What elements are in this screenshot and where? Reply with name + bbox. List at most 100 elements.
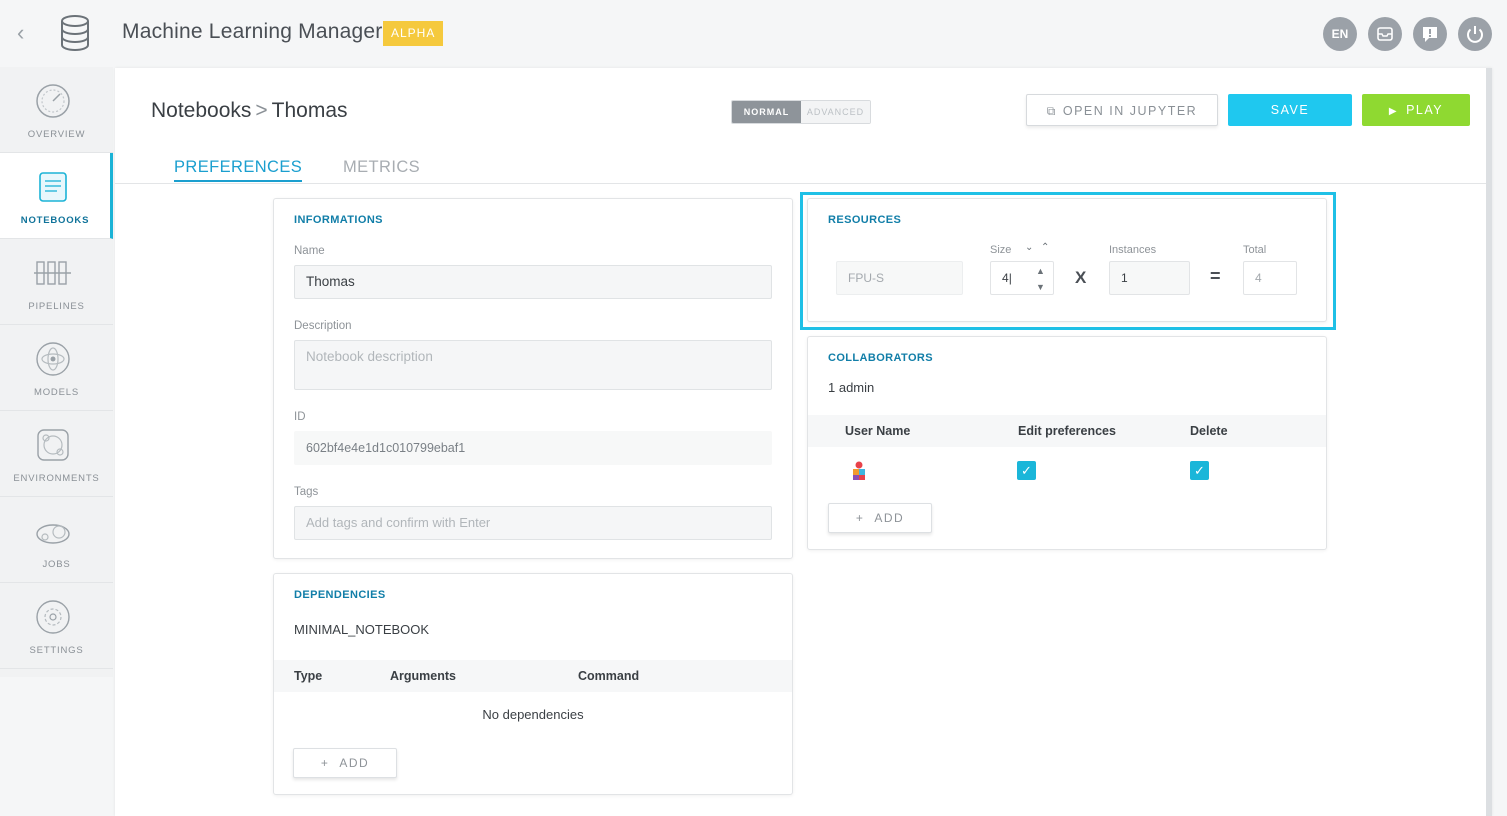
id-value: 602bf4e4e1d1c010799ebaf1: [294, 431, 772, 465]
environment-icon: [37, 429, 69, 461]
plus-icon: +: [855, 511, 865, 525]
breadcrumb-separator: >: [255, 99, 268, 122]
add-label: ADD: [339, 756, 370, 770]
open-in-jupyter-label: OPEN IN JUPYTER: [1062, 104, 1198, 118]
sidebar-item-settings[interactable]: SETTINGS: [0, 583, 113, 669]
breadcrumb: Notebooks > Thomas: [151, 99, 348, 123]
mode-advanced-button[interactable]: ADVANCED: [801, 101, 870, 123]
play-icon: ▶: [1388, 106, 1399, 117]
sidebar-item-environments[interactable]: ENVIRONMENTS: [0, 411, 113, 497]
play-button[interactable]: ▶ PLAY: [1362, 94, 1470, 126]
tags-input[interactable]: Add tags and confirm with Enter: [294, 506, 772, 540]
instances-input[interactable]: 1: [1109, 261, 1190, 295]
sidebar-item-label: JOBS: [42, 559, 71, 570]
feedback-icon: [1423, 27, 1437, 42]
name-label: Name: [294, 245, 325, 257]
mode-toggle: NORMAL ADVANCED: [731, 100, 871, 124]
database-icon: [61, 15, 89, 51]
collaborators-summary: 1 admin: [828, 380, 875, 395]
column-edit-preferences: Edit preferences: [1018, 424, 1116, 438]
sidebar-item-overview[interactable]: OVERVIEW: [0, 67, 113, 153]
delete-checkbox[interactable]: ✓: [1190, 461, 1209, 480]
pipeline-icon: [34, 261, 71, 285]
inbox-icon: [1377, 27, 1393, 41]
add-dependency-button[interactable]: + ADD: [293, 748, 397, 778]
name-input[interactable]: Thomas: [294, 265, 772, 299]
instances-label: Instances: [1109, 244, 1157, 256]
description-textarea[interactable]: Notebook description: [294, 340, 772, 390]
settings-gear-icon: [36, 600, 70, 634]
dashboard-gauge-icon: [36, 84, 70, 118]
feedback-button[interactable]: [1413, 17, 1447, 51]
id-label: ID: [294, 411, 306, 423]
dependencies-card: DEPENDENCIES MINIMAL_NOTEBOOK Type Argum…: [273, 573, 793, 795]
empty-dependencies-text: No dependencies: [482, 707, 584, 722]
tab-bar: PREFERENCES METRICS: [115, 157, 1486, 184]
size-label: Size: [990, 244, 1012, 256]
column-command: Command: [578, 669, 640, 683]
save-button[interactable]: SAVE: [1228, 94, 1352, 126]
notebook-icon: [39, 172, 67, 202]
sidebar-item-label: SETTINGS: [29, 645, 84, 656]
size-input[interactable]: 4| ▲ ▼: [990, 261, 1054, 295]
edit-preferences-checkbox[interactable]: ✓: [1017, 461, 1036, 480]
app-title: Machine Learning Manager: [122, 20, 383, 43]
sidebar-item-label: PIPELINES: [28, 301, 85, 312]
tab-preferences[interactable]: PREFERENCES: [174, 158, 303, 182]
resources-title: RESOURCES: [828, 214, 902, 226]
tags-label: Tags: [294, 486, 319, 498]
column-delete: Delete: [1190, 424, 1228, 438]
tab-metrics[interactable]: METRICS: [343, 158, 420, 180]
jobs-gear-icon: [36, 524, 70, 544]
breadcrumb-parent[interactable]: Notebooks: [151, 99, 251, 122]
dependencies-title: DEPENDENCIES: [294, 589, 386, 601]
sidebar-nav: OVERVIEW NOTEBOOKS PIPELINES MODELS ENVI…: [0, 67, 113, 677]
language-button[interactable]: EN: [1323, 17, 1357, 51]
collaborators-title: COLLABORATORS: [828, 352, 934, 364]
size-expand-icon[interactable]: ⌃: [1041, 242, 1049, 253]
resources-card: RESOURCES FPU-S Size ⌄ ⌃ 4| ▲ ▼ X Instanc…: [807, 198, 1327, 322]
informations-card: INFORMATIONS Name Thomas Description Not…: [273, 198, 793, 559]
user-avatar-icon: [853, 461, 865, 480]
sidebar-item-notebooks[interactable]: NOTEBOOKS: [0, 153, 113, 239]
sidebar-item-models[interactable]: MODELS: [0, 325, 113, 411]
plus-icon: +: [320, 756, 330, 770]
resource-unit-field: FPU-S: [836, 261, 963, 295]
power-icon: [1467, 26, 1483, 43]
text-cursor: |: [1008, 271, 1012, 285]
collaborators-table-header: User Name Edit preferences Delete: [808, 415, 1326, 447]
play-label: PLAY: [1406, 103, 1444, 117]
column-type: Type: [294, 669, 323, 683]
top-bar: ‹ Machine Learning Manager ALPHA EN: [0, 0, 1507, 67]
column-user-name: User Name: [845, 424, 911, 438]
column-arguments: Arguments: [390, 669, 456, 683]
collaborators-card: COLLABORATORS 1 admin User Name Edit pre…: [807, 336, 1327, 550]
inbox-button[interactable]: [1368, 17, 1402, 51]
alpha-badge: ALPHA: [383, 21, 444, 46]
sidebar-item-jobs[interactable]: JOBS: [0, 497, 113, 583]
size-collapse-icon[interactable]: ⌄: [1025, 242, 1033, 253]
add-collaborator-button[interactable]: + ADD: [828, 503, 932, 533]
sidebar-item-label: MODELS: [34, 387, 79, 398]
atom-model-icon: [36, 342, 70, 376]
sidebar-item-label: NOTEBOOKS: [20, 215, 90, 226]
mode-normal-button[interactable]: NORMAL: [732, 101, 801, 123]
breadcrumb-current: Thomas: [271, 99, 348, 122]
external-link-icon: ⧉: [1046, 104, 1057, 118]
back-arrow-icon[interactable]: ‹: [17, 22, 35, 44]
page-scrollbar[interactable]: [1486, 68, 1492, 816]
open-in-jupyter-button[interactable]: ⧉ OPEN IN JUPYTER: [1026, 94, 1218, 126]
environment-name: MINIMAL_NOTEBOOK: [294, 622, 430, 637]
add-label: ADD: [874, 511, 905, 525]
size-value: 4: [1002, 271, 1009, 285]
power-button[interactable]: [1458, 17, 1492, 51]
total-label: Total: [1243, 244, 1267, 256]
sidebar-item-label: OVERVIEW: [27, 129, 86, 140]
dependencies-table-header: Type Arguments Command: [274, 660, 792, 692]
size-stepper-icon[interactable]: ▲ ▼: [1036, 262, 1045, 295]
equals-sign: =: [1210, 266, 1221, 286]
multiply-sign: X: [1075, 268, 1087, 287]
total-value: 4: [1243, 261, 1297, 295]
description-label: Description: [294, 320, 352, 332]
sidebar-item-pipelines[interactable]: PIPELINES: [0, 239, 113, 325]
